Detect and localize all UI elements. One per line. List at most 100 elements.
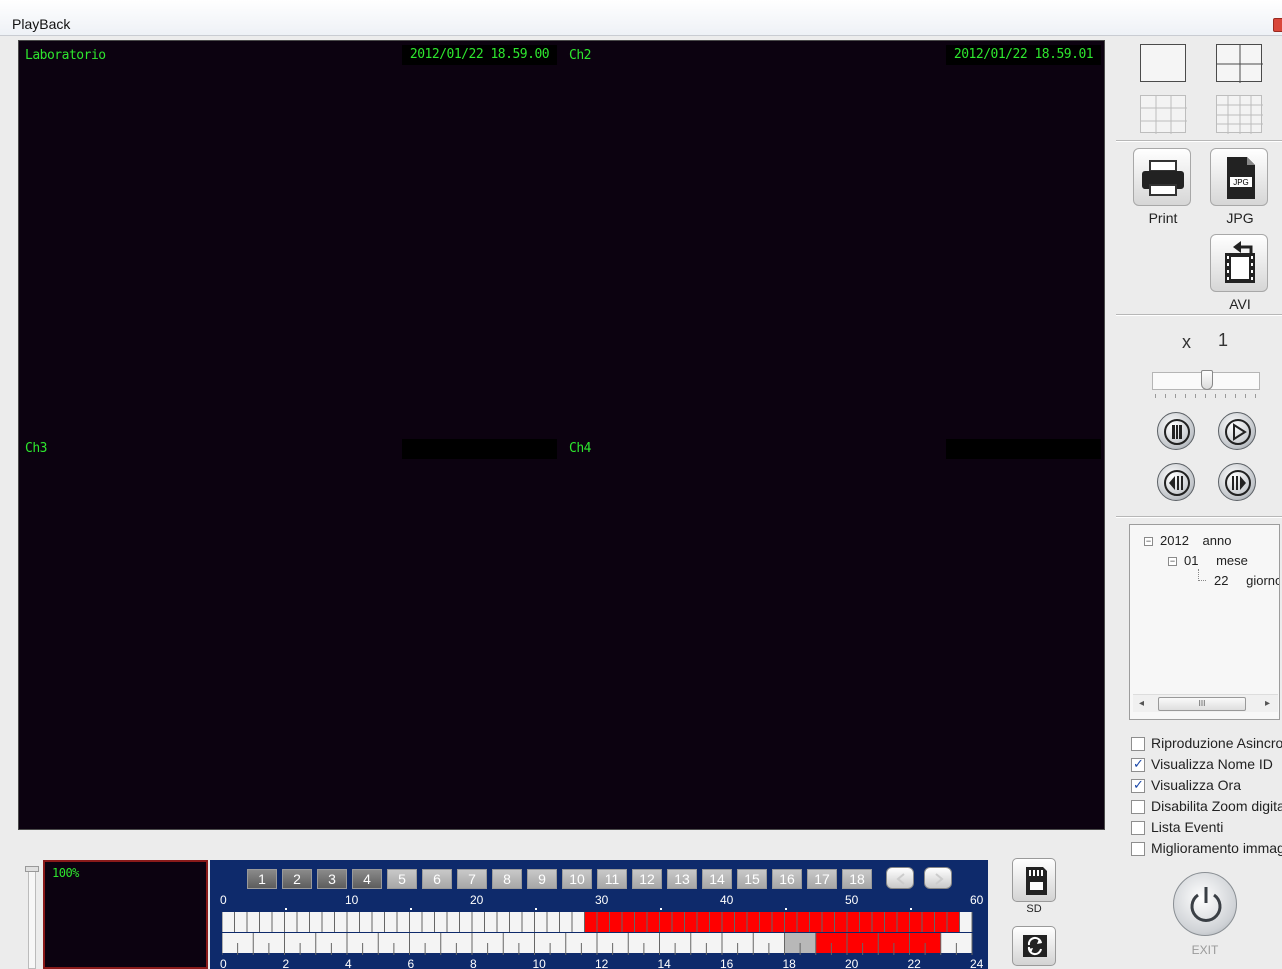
channel-label-2: Ch2	[569, 48, 591, 63]
channel-button[interactable]: 6	[422, 869, 452, 889]
close-icon[interactable]	[1273, 18, 1282, 32]
avi-label: AVI	[1229, 296, 1251, 312]
minute-tick-label: 30	[595, 893, 609, 907]
option-label: Lista Eventi	[1151, 819, 1224, 835]
channel-button[interactable]: 4	[352, 869, 382, 889]
channel-button[interactable]: 15	[737, 869, 767, 889]
rewind-button[interactable]	[1157, 463, 1195, 501]
channel-button[interactable]: 7	[457, 869, 487, 889]
hour-tick-label: 10	[532, 957, 546, 969]
volume-slider-thumb[interactable]	[25, 866, 39, 872]
tree-horizontal-scrollbar[interactable]: ◂ III ▸	[1133, 694, 1278, 712]
channel-button[interactable]: 12	[632, 869, 662, 889]
hour-tick-label: 4	[345, 957, 352, 969]
checkbox[interactable]	[1131, 842, 1145, 856]
channel-label-4: Ch4	[569, 441, 591, 456]
grid-4x4-icon	[1217, 96, 1263, 134]
channel-button[interactable]: 2	[282, 869, 312, 889]
grid-2x2-icon	[1217, 45, 1263, 83]
checkbox[interactable]: ✓	[1131, 756, 1145, 772]
layout-1x1-button[interactable]	[1140, 44, 1186, 82]
minute-tick-label: 50	[845, 893, 859, 907]
minute-tick-dot	[534, 908, 537, 910]
play-button[interactable]	[1218, 412, 1256, 450]
checkmark-icon: ✓	[1133, 777, 1144, 792]
tree-node-year[interactable]: − 2012 anno	[1144, 533, 1231, 548]
prev-page-button[interactable]	[886, 867, 914, 889]
minute-timeline-bar[interactable]	[222, 912, 974, 932]
hour-tick-label: 8	[470, 957, 477, 969]
minute-tick-label: 40	[720, 893, 734, 907]
refresh-icon	[1023, 935, 1047, 957]
window-title: PlayBack	[12, 16, 71, 32]
hour-tick-label: 6	[407, 957, 415, 969]
tree-node-day[interactable]: 22 giorno	[1198, 569, 1279, 588]
hour-tick-label: 22	[907, 957, 921, 969]
volume-slider-track[interactable]	[28, 866, 36, 969]
tree-node-month[interactable]: − 01 mese	[1168, 553, 1248, 568]
speed-prefix: x	[1182, 332, 1191, 352]
chevron-right-icon	[935, 873, 944, 885]
option-label: Riproduzione Asincrona	[1151, 735, 1282, 751]
play-icon	[1225, 419, 1251, 445]
timestamp-3	[402, 439, 557, 459]
channel-button[interactable]: 11	[597, 869, 627, 889]
checkbox[interactable]	[1131, 821, 1145, 835]
print-label: Print	[1148, 210, 1178, 226]
avi-button[interactable]	[1210, 234, 1268, 292]
checkbox[interactable]	[1131, 737, 1145, 751]
print-button[interactable]	[1133, 148, 1191, 206]
channel-button[interactable]: 1	[247, 869, 277, 889]
layout-4x4-button[interactable]	[1216, 95, 1263, 134]
tree-year-label: anno	[1202, 533, 1232, 548]
channel-button[interactable]: 3	[317, 869, 347, 889]
chevron-left-icon	[896, 873, 905, 885]
jpg-button[interactable]: JPG	[1210, 148, 1268, 206]
divider	[1116, 140, 1282, 142]
speed-slider-ticks	[1155, 394, 1259, 398]
jpg-file-icon: JPG	[1227, 157, 1255, 199]
next-page-button[interactable]	[924, 867, 952, 889]
sd-card-icon	[1026, 867, 1047, 895]
film-icon	[1225, 241, 1255, 283]
refresh-button[interactable]	[1012, 926, 1056, 966]
pause-button[interactable]	[1157, 412, 1195, 450]
speed-slider-thumb[interactable]	[1201, 370, 1213, 390]
date-tree[interactable]: − 2012 anno − 01 mese 22 giorno	[1129, 524, 1280, 720]
hour-timeline-bar[interactable]	[222, 933, 974, 955]
grid-3x3-icon	[1141, 96, 1187, 134]
exit-button[interactable]	[1173, 872, 1237, 936]
sd-card-button[interactable]	[1012, 858, 1056, 902]
channel-button[interactable]: 18	[842, 869, 872, 889]
checkbox[interactable]	[1131, 800, 1145, 814]
channel-button[interactable]: 10	[562, 869, 592, 889]
divider	[1116, 314, 1282, 316]
minute-tick-label: 60	[970, 893, 984, 907]
scrollbar-thumb[interactable]: III	[1158, 697, 1246, 711]
channel-button[interactable]: 9	[527, 869, 557, 889]
layout-3x3-button[interactable]	[1140, 95, 1187, 134]
title-bar: PlayBack	[0, 0, 1282, 36]
channel-button[interactable]: 14	[702, 869, 732, 889]
collapse-icon[interactable]: −	[1168, 557, 1177, 566]
fast-forward-button[interactable]	[1218, 463, 1256, 501]
pause-icon	[1164, 419, 1190, 445]
minute-tick-label: 20	[470, 893, 484, 907]
layout-2x2-button[interactable]	[1216, 44, 1263, 83]
channel-button[interactable]: 8	[492, 869, 522, 889]
channel-button[interactable]: 5	[387, 869, 417, 889]
scroll-right-icon[interactable]: ▸	[1265, 698, 1270, 709]
channel-button[interactable]: 17	[807, 869, 837, 889]
timestamp-1: 2012/01/22 18.59.00	[402, 45, 557, 65]
power-icon	[1190, 887, 1222, 922]
collapse-icon[interactable]: −	[1144, 537, 1153, 546]
checkbox[interactable]: ✓	[1131, 777, 1145, 793]
channel-button[interactable]: 13	[667, 869, 697, 889]
video-area[interactable]: Laboratorio 2012/01/22 18.59.00 Ch2 2012…	[18, 40, 1105, 830]
fast-forward-icon	[1225, 470, 1251, 496]
channel-button[interactable]: 16	[772, 869, 802, 889]
minute-tick-dot	[409, 908, 412, 910]
scroll-left-icon[interactable]: ◂	[1139, 698, 1144, 709]
option-label: Visualizza Nome ID	[1151, 756, 1273, 772]
hour-tick-label: 24	[970, 957, 984, 969]
